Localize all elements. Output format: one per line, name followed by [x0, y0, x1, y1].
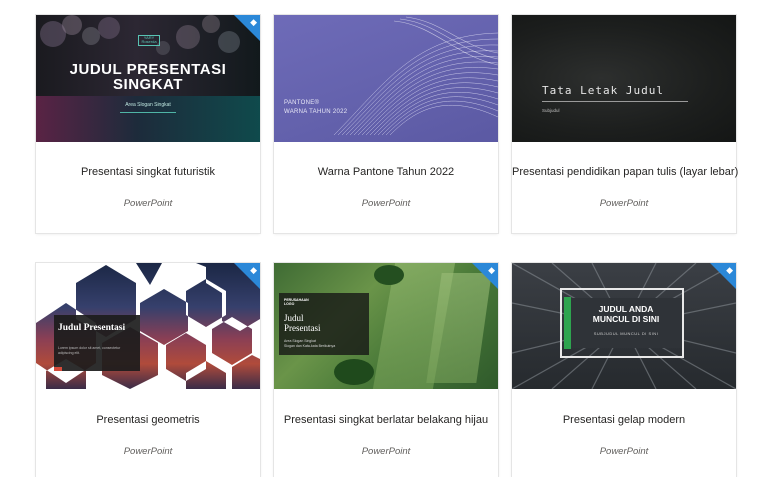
- tree-cluster: [374, 265, 404, 285]
- template-app: PowerPoint: [361, 198, 411, 209]
- wave-lines-graphic: [333, 16, 498, 136]
- bokeh-light: [202, 15, 220, 33]
- template-app: PowerPoint: [123, 446, 173, 457]
- thumbnail-heading: Judul Presentasi: [284, 313, 321, 333]
- template-thumbnail[interactable]: PANTONE® WARNA TAHUN 2022: [274, 15, 498, 142]
- template-card-dark-modern[interactable]: JUDUL ANDA MUNCUL DI SINI SUBJUDUL MUNCU…: [512, 263, 736, 477]
- template-title[interactable]: Warna Pantone Tahun 2022: [274, 166, 498, 178]
- template-title[interactable]: Presentasi pendidikan papan tulis (layar…: [512, 166, 738, 178]
- template-card-geometric[interactable]: Judul Presentasi Lorem ipsum dolor sit a…: [36, 263, 260, 477]
- thumbnail-text: PANTONE® WARNA TAHUN 2022: [284, 99, 347, 117]
- accent-bar: [564, 297, 571, 349]
- thumbnail-heading: Judul Presentasi: [58, 323, 126, 333]
- thumbnail-heading: Tata Letak Judul: [542, 84, 664, 97]
- subtitle-line: Slogan dan Kata-kata Berikutnya: [284, 344, 336, 348]
- thumbnail-body: Lorem ipsum dolor sit amet, consectetur …: [58, 346, 121, 355]
- template-title[interactable]: Presentasi singkat berlatar belakang hij…: [274, 414, 498, 426]
- template-thumbnail[interactable]: YARY Roserda JUDUL PRESENTASI SINGKAT Ar…: [36, 15, 260, 142]
- template-thumbnail[interactable]: PERUSAHAAN LOGO Judul Presentasi Area Sl…: [274, 263, 498, 389]
- bokeh-light: [98, 17, 120, 39]
- heading-line: JUDUL PRESENTASI: [69, 61, 227, 78]
- template-app: PowerPoint: [599, 198, 649, 209]
- tree-cluster: [334, 359, 374, 385]
- thumbnail-logo: PERUSAHAAN LOGO: [284, 298, 309, 306]
- thumbnail-subtitle: Area Slogan Singkat Slogan dan Kata-kata…: [284, 339, 335, 349]
- diamond-icon: ◆: [250, 17, 257, 27]
- divider: [120, 112, 176, 113]
- template-app: PowerPoint: [123, 198, 173, 209]
- bokeh-light: [62, 15, 82, 35]
- template-card-pantone[interactable]: PANTONE® WARNA TAHUN 2022 Warna Pantone …: [274, 15, 498, 233]
- thumbnail-subtitle: SUBJUDUL MUNCUL DI SINI: [593, 331, 659, 336]
- thumbnail-subtitle: Subjudul: [542, 108, 560, 113]
- thumbnail-line: PANTONE®: [284, 100, 320, 106]
- template-title[interactable]: Presentasi gelap modern: [512, 414, 736, 426]
- template-card-green[interactable]: PERUSAHAAN LOGO Judul Presentasi Area Sl…: [274, 263, 498, 477]
- template-title[interactable]: Presentasi singkat futuristik: [36, 166, 260, 178]
- template-thumbnail[interactable]: Tata Letak Judul Subjudul: [512, 15, 736, 142]
- heading-line: SINGKAT: [113, 76, 183, 93]
- template-app: PowerPoint: [599, 446, 649, 457]
- template-card-chalkboard[interactable]: Tata Letak Judul Subjudul Presentasi pen…: [512, 15, 738, 233]
- accent-bar: [54, 367, 62, 371]
- thumbnail-subtitle: Area Slogan Singkat: [125, 102, 171, 108]
- template-thumbnail[interactable]: Judul Presentasi Lorem ipsum dolor sit a…: [36, 263, 260, 389]
- heading-line: Presentasi: [284, 323, 321, 333]
- heading-line: Judul: [284, 313, 304, 323]
- thumbnail-heading: JUDUL PRESENTASI SINGKAT: [36, 62, 260, 92]
- diamond-icon: ◆: [250, 265, 257, 275]
- heading-line: MUNCUL DI SINI: [592, 314, 660, 324]
- bokeh-light: [176, 25, 200, 49]
- template-thumbnail[interactable]: JUDUL ANDA MUNCUL DI SINI SUBJUDUL MUNCU…: [512, 263, 736, 389]
- divider: [542, 101, 688, 102]
- logo-line: LOGO: [284, 302, 295, 306]
- diamond-icon: ◆: [488, 265, 495, 275]
- heading-line: JUDUL ANDA: [598, 304, 654, 314]
- thumbnail-logo: YARY Roserda: [138, 35, 160, 46]
- thumbnail-heading: JUDUL ANDA MUNCUL DI SINI: [574, 304, 678, 324]
- thumbnail-line: WARNA TAHUN 2022: [284, 109, 348, 115]
- template-card-futuristic[interactable]: YARY Roserda JUDUL PRESENTASI SINGKAT Ar…: [36, 15, 260, 233]
- diamond-icon: ◆: [726, 265, 733, 275]
- template-app: PowerPoint: [361, 446, 411, 457]
- template-title[interactable]: Presentasi geometris: [36, 414, 260, 426]
